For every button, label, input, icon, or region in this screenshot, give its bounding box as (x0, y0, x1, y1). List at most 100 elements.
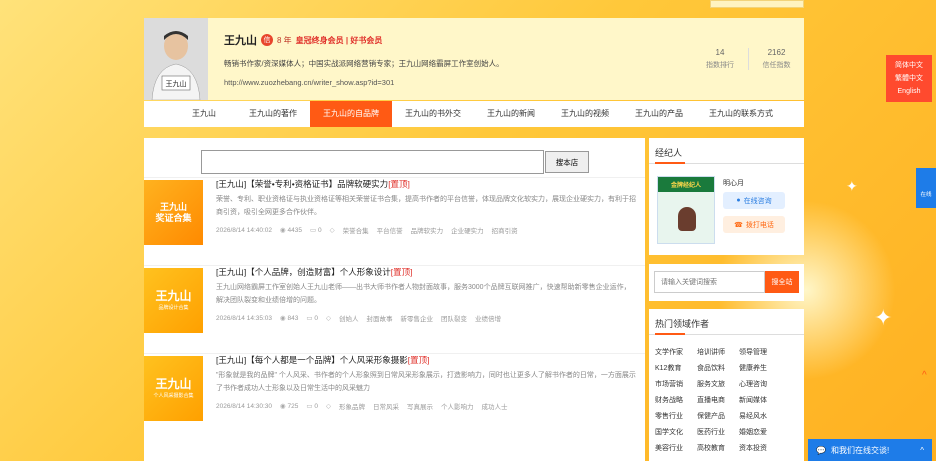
category-link[interactable]: 美容行业 (655, 443, 697, 453)
article-tag[interactable]: 品牌软实力 (411, 225, 444, 235)
hot-authors-panel: 热门领域作者 文学作家 培训讲师 领导管理 K12教育 食品饮料 健康养生 市场营销 服务文旅… (649, 309, 804, 461)
article-title[interactable]: [王九山]【每个人都是一个品牌】个人风采形象摄影[置顶] (216, 354, 429, 366)
side-consult-button[interactable]: 在线 (916, 168, 936, 208)
tag-icon: ◇ (325, 315, 331, 322)
store-search-input[interactable] (201, 150, 544, 174)
pinned-tag: [置顶] (407, 355, 430, 365)
site-search-input[interactable] (654, 271, 765, 293)
thumb-subtitle: 品牌设计合集 (158, 304, 189, 311)
category-link[interactable]: 健康养生 (739, 363, 781, 373)
online-consult-button[interactable]: ● 在线咨询 (723, 192, 785, 209)
tag-icon: ◇ (325, 403, 331, 410)
article-meta: 2026/8/14 14:30:30 ◉ 725 ▭ 0 ◇ 形象品牌 日常风采… (216, 401, 507, 412)
site-search: 搜全站 (649, 264, 804, 301)
article-tag[interactable]: 平台信誉 (377, 225, 403, 235)
article-title-text[interactable]: [王九山]【个人品牌，创造财富】个人形象设计 (216, 267, 391, 277)
comments: ▭ 0 (306, 314, 318, 322)
agent-book-cover[interactable]: 金牌经纪人 (657, 176, 715, 244)
stat-label: 指数排行 (706, 62, 734, 69)
category-link[interactable]: 医药行业 (697, 427, 739, 437)
nav-videos[interactable]: 王九山的视频 (548, 101, 622, 127)
nav-products[interactable]: 王九山的产品 (622, 101, 696, 127)
category-link[interactable]: 高校教育 (697, 443, 739, 453)
lang-simplified[interactable]: 简体中文 (886, 59, 932, 72)
back-to-top-icon[interactable]: ^ (922, 370, 927, 381)
article-desc: 荣誉、专利、职业资格证与执业资格证等相关荣誉证书合集，提高书作者的平台信誉，体现… (216, 196, 636, 216)
vip-level[interactable]: 皇冠终身会员 | 好书会员 (296, 35, 383, 46)
nav-works[interactable]: 王九山的著作 (236, 101, 310, 127)
view-count: 843 (287, 315, 299, 322)
nav-news[interactable]: 王九山的新闻 (474, 101, 548, 127)
author-url[interactable]: http://www.zuozhebang.cn/writer_show.asp… (224, 78, 394, 87)
category-link[interactable]: 财务战略 (655, 395, 697, 405)
article-tag[interactable]: 日常风采 (373, 401, 399, 411)
live-chat-bar[interactable]: 💬 和我们在线交谈! ^ (808, 439, 932, 461)
article-title[interactable]: [王九山]【个人品牌，创造财富】个人形象设计[置顶] (216, 266, 412, 278)
article-tag[interactable]: 写真展示 (407, 401, 433, 411)
view-count: 725 (287, 403, 299, 410)
article-tag[interactable]: 荣誉合集 (343, 225, 369, 235)
article-title-text[interactable]: [王九山]【每个人都是一个品牌】个人风采形象摄影 (216, 355, 408, 365)
stat-rank: 14 指数排行 (692, 48, 748, 70)
pinned-tag: [置顶] (390, 267, 413, 277)
list-item[interactable]: 王九山 奖证合集 [王九山]【荣誉•专利•资格证书】品牌软硬实力[置顶] 荣誉、… (144, 177, 645, 263)
article-thumbnail[interactable]: 王九山 奖证合集 (144, 180, 203, 245)
category-link[interactable]: 食品饮料 (697, 363, 739, 373)
tag-icon: ◇ (329, 227, 335, 234)
nav-brand[interactable]: 王九山的自品牌 (310, 101, 392, 127)
nav-diplomacy[interactable]: 王九山的书外交 (392, 101, 474, 127)
sparkle-icon: ✦ (846, 178, 858, 194)
thumb-subtitle: 奖证合集 (155, 212, 192, 223)
category-link[interactable]: 文学作家 (655, 347, 697, 357)
article-tag[interactable]: 成功人士 (481, 401, 507, 411)
article-tag[interactable]: 招商引资 (492, 225, 518, 235)
lang-english[interactable]: English (886, 85, 932, 98)
category-link[interactable]: 零售行业 (655, 411, 697, 421)
category-link[interactable]: K12教育 (655, 363, 697, 373)
category-grid: 文学作家 培训讲师 领导管理 K12教育 食品饮料 健康养生市场营销 服务文旅 心理咨询财务战… (655, 347, 781, 453)
list-item[interactable]: 王九山 个人风采摄影合集 [王九山]【每个人都是一个品牌】个人风采形象摄影[置顶… (144, 353, 645, 439)
category-link[interactable]: 保健产品 (697, 411, 739, 421)
lang-traditional[interactable]: 繁體中文 (886, 72, 932, 85)
article-tag[interactable]: 创始人 (339, 313, 359, 323)
list-item[interactable]: 王九山 品牌设计合集 [王九山]【个人品牌，创造财富】个人形象设计[置顶] 王九… (144, 265, 645, 351)
category-link[interactable]: 培训讲师 (697, 347, 739, 357)
category-link[interactable]: 易经风水 (739, 411, 781, 421)
category-link[interactable]: 直播电商 (697, 395, 739, 405)
article-desc: 王九山网络霸屏工作室创始人王九山老师——出书大师书作者人物封面故事，服务3000… (216, 284, 631, 304)
site-search-button[interactable]: 搜全站 (765, 271, 799, 293)
consult-label: 在线咨询 (743, 197, 772, 205)
category-link[interactable]: 领导管理 (739, 347, 781, 357)
svg-text:王九山: 王九山 (166, 79, 187, 88)
member-years: 8 年 (277, 35, 292, 45)
article-tag[interactable]: 企业硬实力 (451, 225, 484, 235)
article-thumbnail[interactable]: 王九山 品牌设计合集 (144, 268, 203, 333)
call-button[interactable]: ☎ 拨打电话 (723, 216, 785, 233)
category-link[interactable]: 婚姻恋爱 (739, 427, 781, 437)
article-tag[interactable]: 新零售企业 (400, 313, 433, 323)
article-title-text[interactable]: [王九山]【荣誉•专利•资格证书】品牌软硬实力 (216, 179, 388, 189)
author-stats: 14 指数排行 2162 信任指数 (692, 48, 804, 70)
category-link[interactable]: 服务文旅 (697, 379, 739, 389)
stat-value: 14 (715, 48, 725, 57)
author-desc: 畅销书作家/资深媒体人；中国实战派网络营销专家；王九山网络霸屏工作室创始人。 (224, 59, 504, 68)
article-tag[interactable]: 封面故事 (366, 313, 392, 323)
category-link[interactable]: 市场营销 (655, 379, 697, 389)
article-title[interactable]: [王九山]【荣誉•专利•资格证书】品牌软硬实力[置顶] (216, 178, 410, 190)
article-tag[interactable]: 形象品牌 (339, 401, 365, 411)
store-search-button[interactable]: 搜本店 (545, 151, 589, 173)
article-tag[interactable]: 个人影响力 (441, 401, 474, 411)
chevron-up-icon[interactable]: ^ (920, 446, 924, 455)
avatar: 王九山 (144, 18, 208, 100)
agent-name: 明心月 (723, 180, 744, 187)
article-tag[interactable]: 业绩倍增 (475, 313, 501, 323)
category-link[interactable]: 新闻媒体 (739, 395, 781, 405)
category-link[interactable]: 资本投资 (739, 443, 781, 453)
nav-contact[interactable]: 王九山的联系方式 (696, 101, 786, 127)
category-link[interactable]: 心理咨询 (739, 379, 781, 389)
article-tag[interactable]: 团队裂变 (441, 313, 467, 323)
article-thumbnail[interactable]: 王九山 个人风采摄影合集 (144, 356, 203, 421)
category-link[interactable]: 国学文化 (655, 427, 697, 437)
nav-home[interactable]: 王九山 (144, 101, 236, 127)
book-title: 金牌经纪人 (658, 177, 714, 192)
